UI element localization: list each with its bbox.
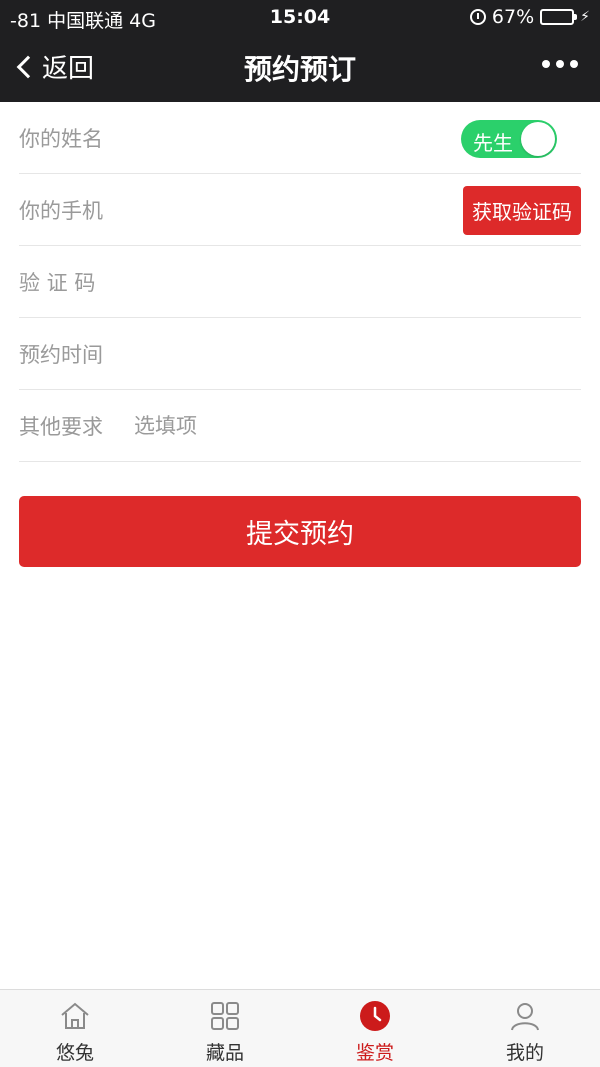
name-row: 你的姓名 先生 — [19, 102, 581, 174]
time-input[interactable] — [134, 333, 581, 374]
alarm-icon — [469, 9, 486, 25]
other-label: 其他要求 — [19, 414, 103, 439]
navigation-bar: 返回 预约预订 — [0, 34, 600, 102]
phone-row: 你的手机 获取验证码 — [19, 174, 581, 246]
time-row: 预约时间 — [19, 318, 581, 390]
phone-label: 你的手机 — [19, 198, 103, 223]
app-root: -81 中国联通 4G 15:04 67% ⚡ 返回 预约预订 你的姓名 先生 — [0, 0, 600, 1067]
submit-button[interactable]: 提交预约 — [19, 496, 581, 567]
get-code-button[interactable]: 获取验证码 — [463, 186, 581, 235]
reservation-form: 你的姓名 先生 你的手机 获取验证码 验 证 码 预约时间 其他要求 — [19, 102, 581, 462]
grid-icon — [211, 1002, 239, 1030]
charging-icon: ⚡ — [580, 9, 590, 25]
tab-bar: 悠兔 藏品 鉴赏 我的 — [0, 989, 600, 1067]
time-label: 预约时间 — [19, 342, 103, 367]
gender-toggle[interactable]: 先生 — [461, 120, 557, 158]
other-row: 其他要求 — [19, 390, 581, 462]
home-icon — [61, 1002, 89, 1029]
more-dots-icon[interactable] — [542, 60, 578, 68]
user-icon — [511, 1003, 539, 1031]
tab-label: 藏品 — [205, 1042, 244, 1064]
tab-label: 悠兔 — [55, 1042, 94, 1064]
other-input[interactable] — [134, 405, 581, 446]
code-row: 验 证 码 — [19, 246, 581, 318]
gender-toggle-label: 先生 — [473, 131, 513, 155]
name-label: 你的姓名 — [19, 126, 103, 151]
clock-icon — [360, 1001, 390, 1031]
top-bar: -81 中国联通 4G 15:04 67% ⚡ 返回 预约预订 — [0, 0, 600, 102]
tab-collection[interactable]: 藏品 — [150, 990, 300, 1067]
tab-label: 鉴赏 — [355, 1042, 394, 1064]
tab-appraisal[interactable]: 鉴赏 — [300, 990, 450, 1067]
page-title: 预约预订 — [243, 53, 356, 86]
tab-home[interactable]: 悠兔 — [0, 990, 150, 1067]
status-right: 67% ⚡ — [469, 6, 590, 28]
code-input[interactable] — [134, 261, 581, 302]
toggle-knob — [521, 122, 555, 156]
battery-percent: 67% — [491, 6, 535, 28]
tab-label: 我的 — [505, 1042, 544, 1064]
battery-icon — [540, 9, 578, 25]
status-bar: -81 中国联通 4G 15:04 67% ⚡ — [0, 0, 600, 34]
code-label: 验 证 码 — [19, 270, 96, 295]
tab-mine[interactable]: 我的 — [450, 990, 600, 1067]
